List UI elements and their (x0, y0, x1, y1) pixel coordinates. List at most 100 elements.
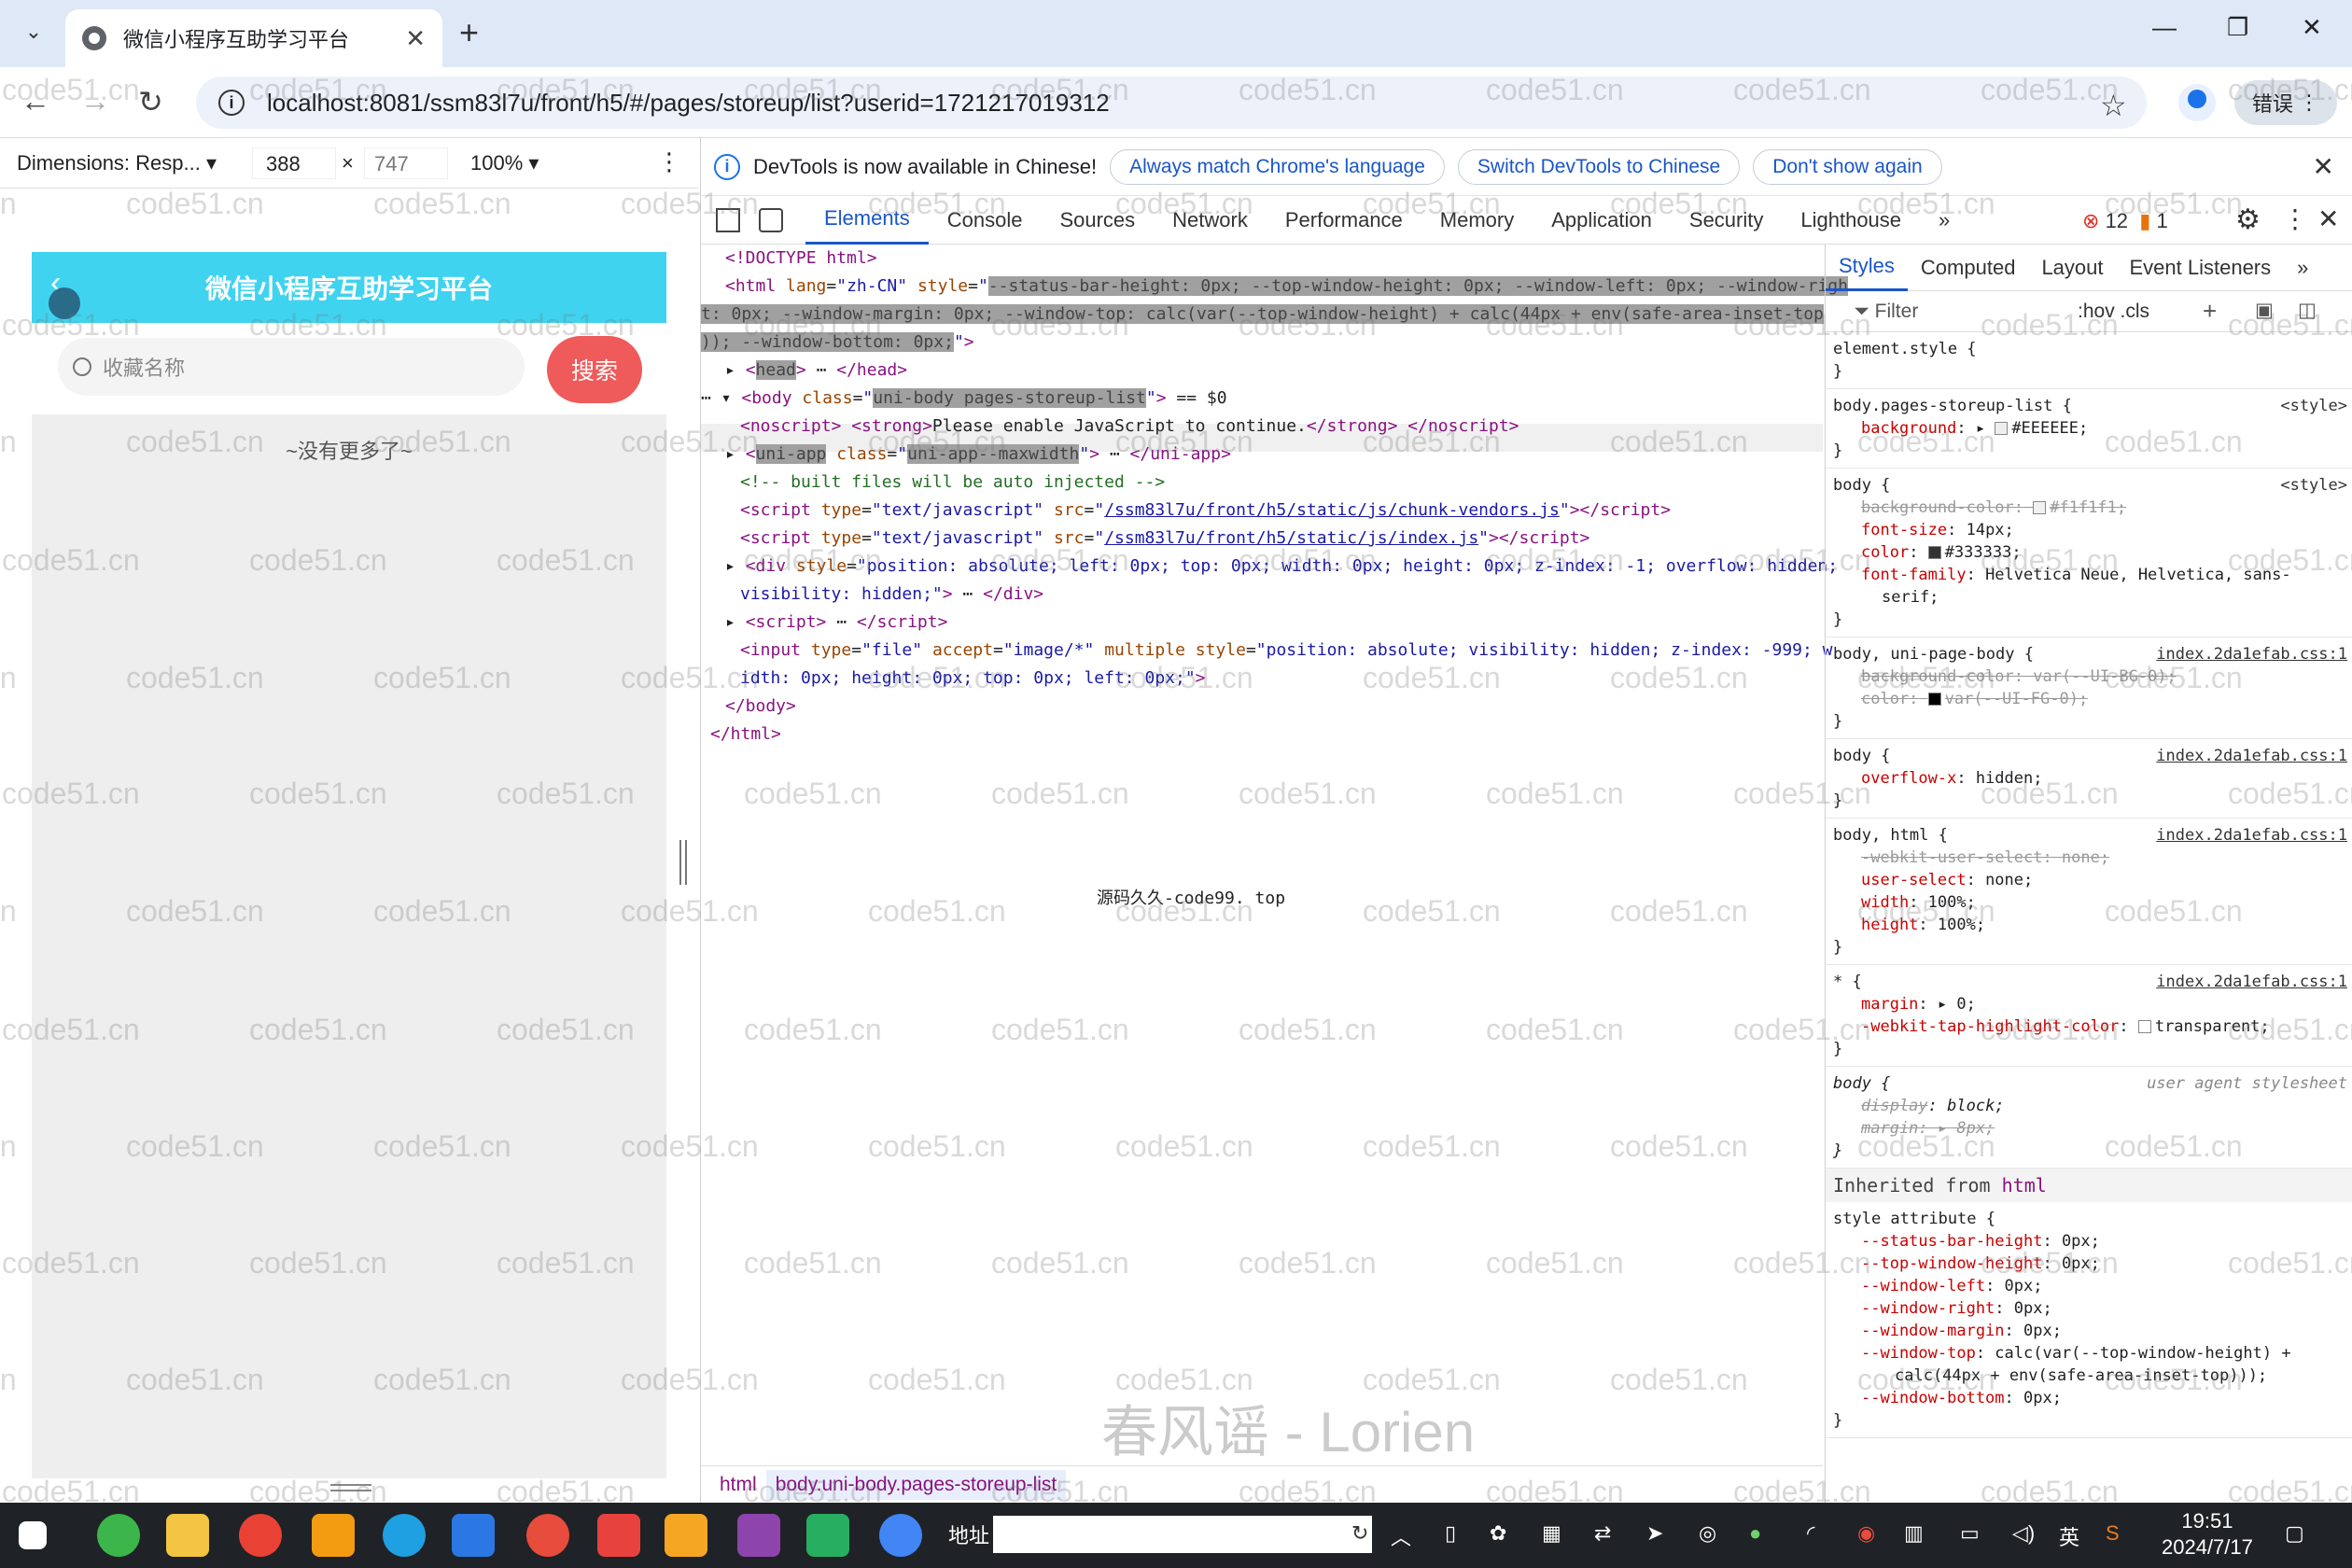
rule-pages-storeup-list[interactable]: <style> body.pages-storeup-list { backgr… (1826, 389, 2352, 469)
inspect-element-icon[interactable] (716, 207, 740, 232)
ime-indicator[interactable]: 英 (2059, 1521, 2079, 1551)
viewport-resize-handle-right[interactable] (679, 840, 687, 885)
dont-show-again-button[interactable]: Don't show again (1753, 148, 1942, 185)
dom-line-head[interactable]: ▸ <head> ⋯ </head> (725, 357, 907, 385)
dom-line-html-close[interactable]: </html> (710, 721, 781, 749)
inherited-tag[interactable]: html (2002, 1174, 2047, 1197)
profile-avatar-icon[interactable] (2178, 84, 2216, 121)
back-icon[interactable]: ← (21, 84, 50, 119)
site-info-icon[interactable]: i (218, 90, 245, 116)
wechat-icon[interactable]: ● (1749, 1521, 1761, 1546)
tray-send-icon[interactable]: ➤ (1646, 1521, 1663, 1546)
error-button[interactable]: 错误 ⋮ (2234, 80, 2337, 125)
rule-body-html[interactable]: index.2da1efab.css:1 body, html { -webki… (1826, 819, 2352, 965)
dom-line-div-hidden[interactable]: ▸ <div style="position: absolute; left: … (725, 553, 1838, 581)
new-tab-icon[interactable]: + (459, 13, 479, 52)
dom-line-html-open[interactable]: <html lang="zh-CN" style="--status-bar-h… (725, 273, 1848, 301)
file-explorer-icon[interactable] (166, 1514, 209, 1557)
device-more-icon[interactable]: ⋮ (657, 147, 681, 176)
tray-transfer-icon[interactable]: ⇄ (1594, 1521, 1611, 1546)
tab-event-listeners[interactable]: Event Listeners (2117, 245, 2285, 291)
minimize-icon[interactable]: — (2152, 13, 2177, 42)
dom-line-script-index[interactable]: <script type="text/javascript" src="/ssm… (740, 525, 1589, 553)
bookmark-star-icon[interactable]: ☆ (2100, 88, 2127, 123)
rule-style-attribute[interactable]: style attribute { --status-bar-height: 0… (1826, 1202, 2352, 1438)
dom-line-noscript[interactable]: <noscript> <strong>Please enable JavaScr… (740, 413, 1519, 441)
hov-cls-toggles[interactable]: :hov .cls (2078, 301, 2149, 323)
tray-usb-icon[interactable]: ▯ (1445, 1521, 1456, 1546)
tray-grid-icon[interactable]: ▦ (1542, 1521, 1561, 1546)
close-infobar-icon[interactable]: ✕ (2313, 151, 2334, 182)
zoom-select[interactable]: 100% ▾ (470, 151, 539, 175)
dom-line-body-open[interactable]: ⋯ ▾ <body class="uni-body pages-storeup-… (701, 385, 1227, 413)
tab-sources[interactable]: Sources (1041, 196, 1154, 245)
dom-line-uni-app[interactable]: ▸ <uni-app class="uni-app--maxwidth"> ⋯ … (725, 441, 1231, 469)
tab-styles[interactable]: Styles (1826, 245, 1908, 291)
devtools-menu-icon[interactable]: ⋮ (2282, 203, 2308, 234)
device-toggle-icon[interactable] (759, 207, 783, 232)
app-orange-icon[interactable] (665, 1514, 707, 1557)
taskbar-address-input[interactable] (993, 1516, 1372, 1553)
tray-app-icon[interactable]: ✿ (1490, 1521, 1506, 1546)
tab-console[interactable]: Console (929, 196, 1042, 245)
tab-application[interactable]: Application (1533, 196, 1671, 245)
tab-security[interactable]: Security (1671, 196, 1782, 245)
match-language-button[interactable]: Always match Chrome's language (1110, 148, 1445, 185)
tab-search-icon[interactable]: ⌄ (13, 11, 54, 52)
chrome-active-icon[interactable] (879, 1514, 922, 1557)
battery-icon[interactable]: ▭ (1960, 1521, 1980, 1546)
switch-chinese-button[interactable]: Switch DevTools to Chinese (1457, 148, 1741, 185)
notification-icon[interactable]: ▢ (2285, 1521, 2304, 1546)
edge-icon[interactable] (383, 1514, 426, 1557)
dom-line-body-close[interactable]: </body> (725, 693, 796, 721)
app-red-icon[interactable] (526, 1514, 569, 1557)
close-tab-icon[interactable]: ✕ (405, 24, 426, 53)
rule-uni-page-body[interactable]: index.2da1efab.css:1 body, uni-page-body… (1826, 637, 2352, 739)
styles-filter-input[interactable]: Filter (1875, 301, 1919, 323)
netease-music-icon[interactable] (597, 1514, 640, 1557)
tray-expand-icon[interactable]: ︿ (1391, 1521, 1411, 1551)
volume-icon[interactable]: ◁) (2012, 1521, 2035, 1546)
wifi-icon[interactable]: ◜ (1807, 1521, 1815, 1546)
app-360-icon[interactable] (97, 1514, 140, 1557)
tray-red-icon[interactable]: ◉ (1857, 1521, 1875, 1546)
phone-search-button[interactable]: 搜索 (547, 336, 642, 403)
app-blue-icon[interactable] (452, 1514, 495, 1557)
rule-body-overflow[interactable]: index.2da1efab.css:1 body { overflow-x: … (1826, 739, 2352, 819)
sublime-icon[interactable] (312, 1514, 355, 1557)
viewport-resize-handle-bottom[interactable] (330, 1484, 371, 1491)
settings-gear-icon[interactable]: ⚙ (2235, 203, 2261, 236)
styles-more-icon[interactable]: » (2284, 245, 2321, 291)
dimensions-select[interactable]: Dimensions: Resp... ▾ (17, 151, 217, 175)
close-window-icon[interactable]: ✕ (2302, 13, 2322, 42)
browser-tab[interactable]: 微信小程序互助学习平台 ✕ (65, 9, 442, 67)
tab-lighthouse[interactable]: Lighthouse (1782, 196, 1920, 245)
breadcrumb-body[interactable]: body.uni-body.pages-storeup-list (765, 1469, 1067, 1500)
tab-performance[interactable]: Performance (1267, 196, 1421, 245)
breadcrumb-html[interactable]: html (710, 1470, 766, 1500)
tray-browser-icon[interactable]: ◎ (1699, 1521, 1716, 1546)
issue-counter[interactable]: ⊗ 12 ▮ 1 (2082, 209, 2168, 233)
dom-line-script[interactable]: ▸ <script> ⋯ </script> (725, 609, 947, 637)
dom-line-input-file[interactable]: <input type="file" accept="image/*" mult… (740, 637, 1833, 665)
hbuilder-icon[interactable] (806, 1514, 849, 1557)
tray-s-icon[interactable]: S (2106, 1521, 2120, 1546)
height-input[interactable]: 747 (364, 147, 448, 179)
width-input[interactable]: 388 (252, 147, 336, 179)
taskbar-clock[interactable]: 19:51 2024/7/17 (2162, 1508, 2253, 1561)
rule-element-style[interactable]: element.style {} (1826, 332, 2352, 389)
dom-line-doctype[interactable]: <!DOCTYPE html> (725, 245, 877, 273)
new-rule-icon[interactable]: + (2203, 297, 2217, 326)
restore-icon[interactable]: ❐ (2227, 13, 2248, 42)
phone-search-input[interactable]: 收藏名称 (58, 338, 525, 396)
address-refresh-icon[interactable]: ↻ (1351, 1521, 1368, 1546)
reload-icon[interactable]: ↻ (138, 84, 163, 119)
tab-layout[interactable]: Layout (2028, 245, 2116, 291)
rule-universal[interactable]: index.2da1efab.css:1 * { margin: ▸ 0; -w… (1826, 965, 2352, 1067)
tab-memory[interactable]: Memory (1421, 196, 1533, 245)
start-icon[interactable] (19, 1521, 47, 1549)
toggle-sidebar-icon[interactable]: ◫ (2298, 299, 2317, 322)
chrome-icon[interactable] (239, 1514, 282, 1557)
dom-line-script-vendors[interactable]: <script type="text/javascript" src="/ssm… (740, 497, 1671, 525)
forward-icon[interactable]: → (80, 84, 110, 119)
